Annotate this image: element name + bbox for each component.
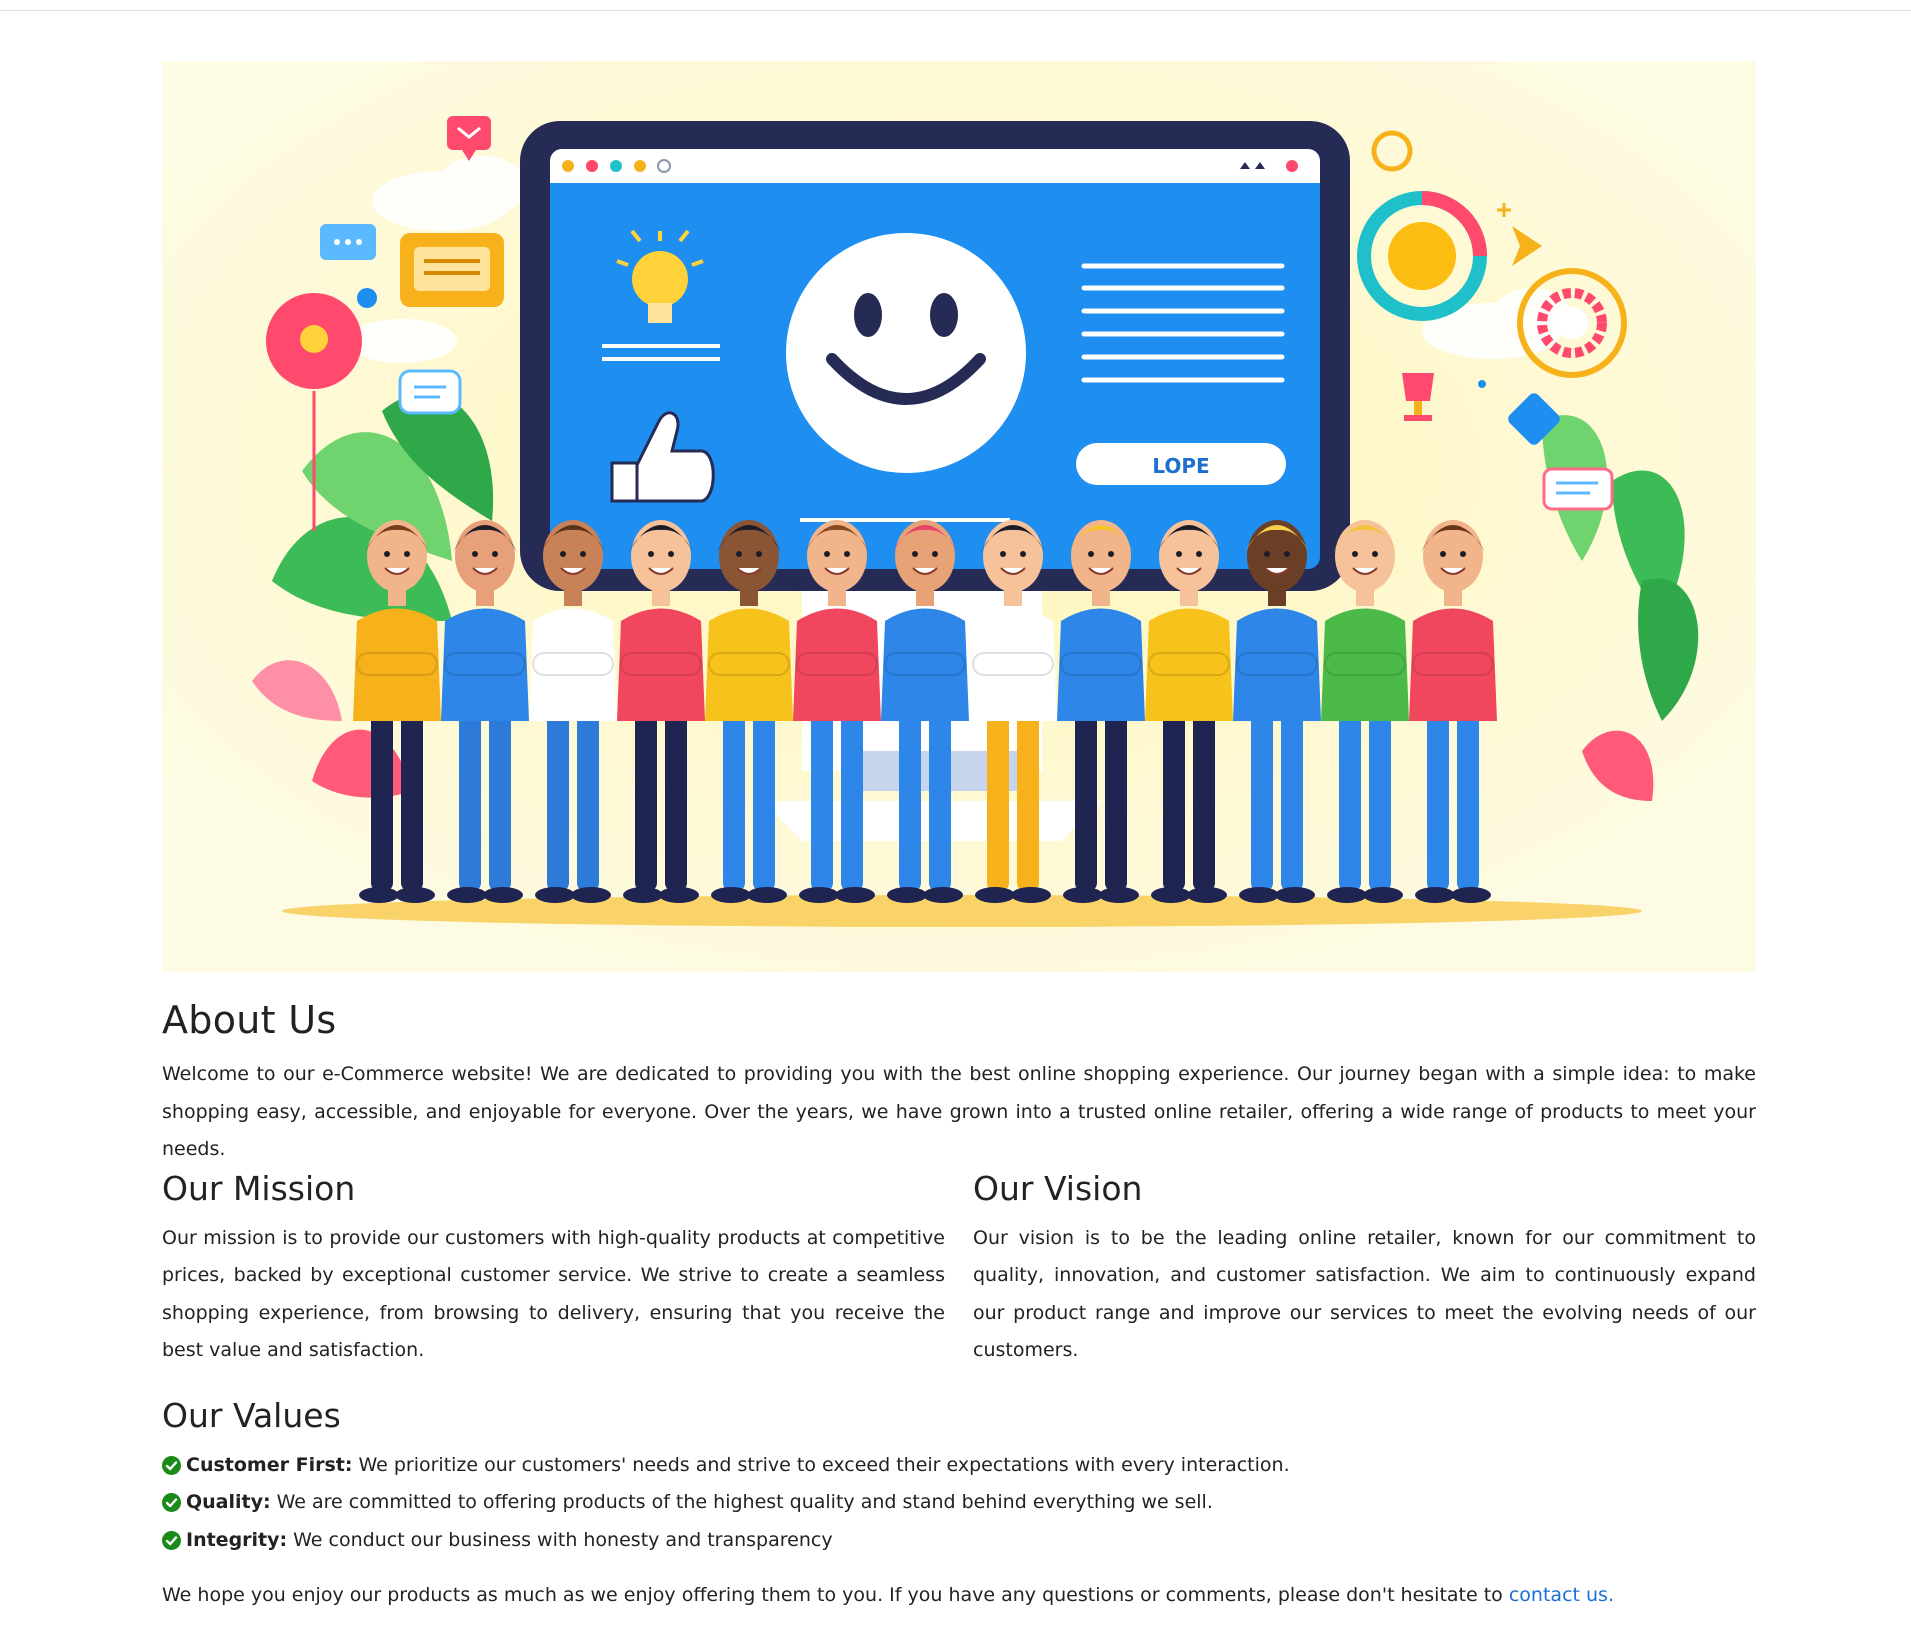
contact-us-link[interactable]: contact us. — [1509, 1584, 1614, 1606]
page-title: About Us — [162, 998, 337, 1042]
mission-text: Our mission is to provide our customers … — [162, 1226, 945, 1362]
value-item-quality: Quality: We are committed to offering pr… — [162, 1484, 1756, 1522]
value-text: We are committed to offering products of… — [276, 1491, 1213, 1513]
top-divider — [0, 10, 1911, 11]
closing-sentence: We hope you enjoy our products as much a… — [162, 1584, 1509, 1606]
mission-title: Our Mission — [162, 1168, 356, 1208]
check-circle-icon — [162, 1493, 181, 1513]
vision-text: Our vision is to be the leading online r… — [973, 1226, 1756, 1362]
value-item-integrity: Integrity: We conduct our business with … — [162, 1522, 1756, 1560]
about-intro-text: Welcome to our e-Commerce website! We ar… — [162, 1063, 1756, 1160]
hero-illustration: LOPE — [162, 61, 1756, 972]
dot-icon — [357, 288, 377, 308]
value-label: Integrity: — [186, 1528, 288, 1551]
vision-title: Our Vision — [973, 1168, 1143, 1208]
value-text: We prioritize our customers' needs and s… — [358, 1453, 1290, 1476]
chat-bubble-icon — [398, 369, 462, 415]
values-section: Our Values Customer First: We prioritize… — [162, 1396, 1756, 1560]
mission-column: Our Mission Our mission is to provide ou… — [162, 1169, 945, 1370]
about-page: LOPE About Us Welcome to our e-Commerce … — [162, 61, 1756, 1627]
values-list: Customer First: We prioritize our custom… — [162, 1447, 1756, 1560]
vision-column: Our Vision Our vision is to be the leadi… — [973, 1169, 1756, 1370]
smiley-face-icon — [786, 233, 1026, 473]
check-circle-icon — [162, 1530, 181, 1550]
message-card-icon — [400, 233, 504, 307]
check-circle-icon — [162, 1455, 181, 1475]
chat-bubble-icon — [1542, 467, 1614, 511]
value-label: Quality: — [186, 1491, 271, 1513]
values-title: Our Values — [162, 1395, 341, 1435]
chat-bubble-icon — [320, 224, 376, 260]
value-item-customer-first: Customer First: We prioritize our custom… — [162, 1447, 1756, 1485]
value-text: We conduct our business with honesty and… — [293, 1528, 833, 1551]
closing-text: We hope you enjoy our products as much a… — [162, 1577, 1756, 1615]
screen-button-label: LOPE — [1152, 454, 1209, 478]
value-label: Customer First: — [186, 1453, 353, 1476]
mission-vision-section: Our Mission Our mission is to provide ou… — [162, 1169, 1756, 1370]
